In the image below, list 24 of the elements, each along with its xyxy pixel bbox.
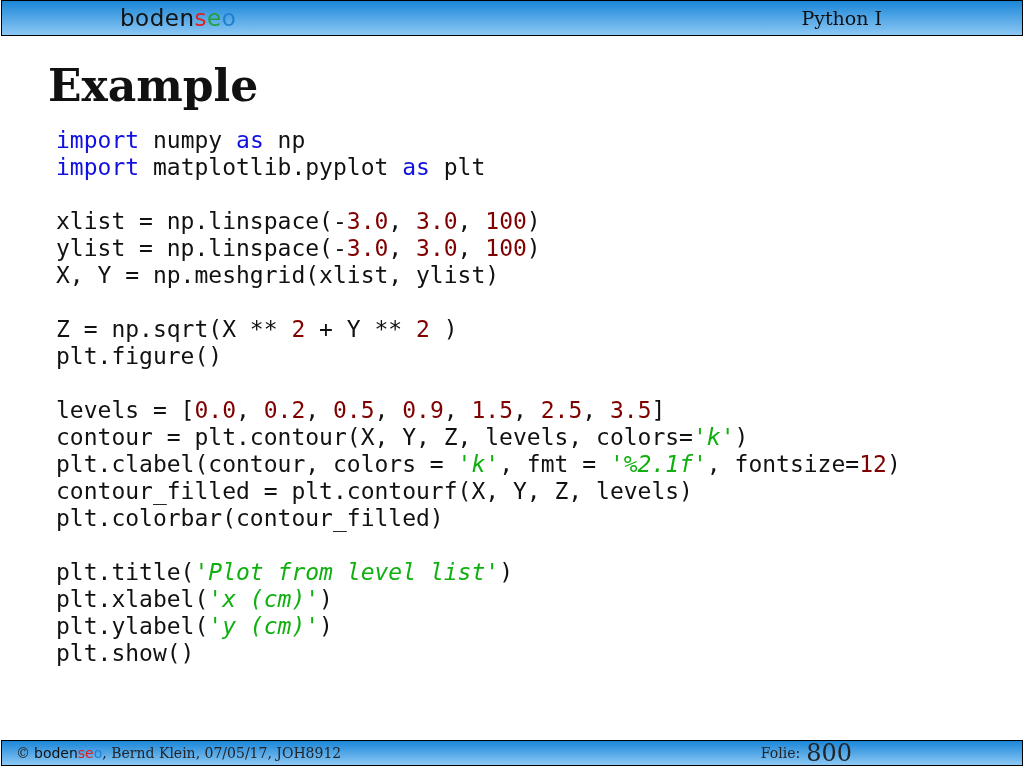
code-line: plt.colorbar(contour_filled) [56, 504, 445, 532]
code-line: plt.xlabel('x (cm)') [56, 585, 334, 613]
code-line: plt.ylabel('y (cm)') [56, 612, 334, 640]
code-line: levels = [0.0, 0.2, 0.5, 0.9, 1.5, 2.5, 3.5] [56, 396, 667, 424]
slide-title: Example [48, 60, 260, 113]
logo: bodenseo [120, 6, 237, 30]
code-line: plt.title('Plot from level list') [56, 558, 514, 586]
code-line: plt.clabel(contour, colors = 'k', fmt = '%2.1f', fontsize=12) [56, 450, 902, 478]
code-line: import matplotlib.pyplot as plt [56, 153, 487, 181]
code-line: contour = plt.contour(X, Y, Z, levels, colors='k') [56, 423, 750, 451]
code-line: Z = np.sqrt(X ** 2 + Y ** 2 ) [56, 315, 459, 343]
code-line: X, Y = np.meshgrid(xlist, ylist) [56, 261, 501, 289]
code-line: ylist = np.linspace(-3.0, 3.0, 100) [56, 234, 542, 262]
course-title: Python I [801, 5, 882, 31]
logo: bodenseo [34, 746, 103, 760]
code-line: plt.show() [56, 639, 196, 667]
code-line: xlist = np.linspace(-3.0, 3.0, 100) [56, 207, 542, 235]
code-line: plt.figure() [56, 342, 224, 370]
footer-credits: , Bernd Klein, 07/05/17, JOH8912 [102, 743, 342, 763]
slide-number-label: Folie: [760, 743, 801, 763]
code-line: contour_filled = plt.contourf(X, Y, Z, levels) [56, 477, 694, 505]
code-line: import numpy as np [56, 126, 307, 154]
slide-number: 800 [806, 741, 852, 765]
copyright-sign: © [16, 743, 30, 763]
